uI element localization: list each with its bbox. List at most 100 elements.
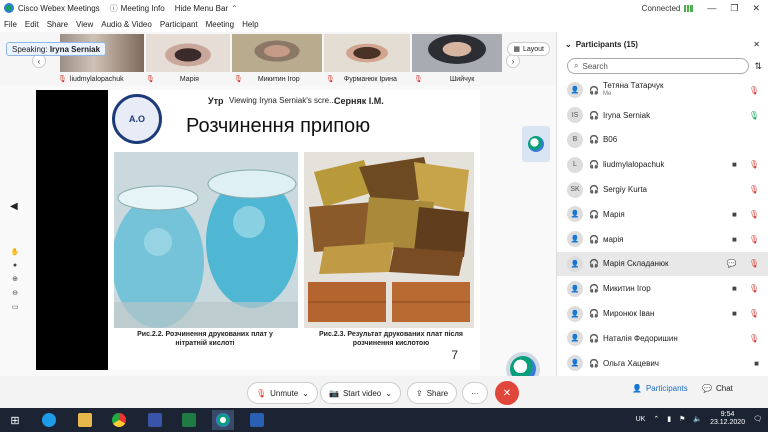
menu-share[interactable]: Share	[47, 20, 68, 29]
mic-on-icon[interactable]: 🎙	[749, 111, 759, 120]
close-icon[interactable]: ✕	[753, 40, 760, 49]
audio-connected-icon: 🎧	[589, 284, 599, 294]
network-icon[interactable]: ▮	[667, 415, 671, 423]
chevron-up-icon: ⌃	[231, 3, 238, 13]
taskbar-excel[interactable]	[178, 410, 200, 430]
zoom-out-icon[interactable]: ⊖	[12, 289, 18, 297]
more-options-button[interactable]: ···	[462, 382, 488, 404]
menu-view[interactable]: View	[76, 20, 93, 29]
participant-name: Марія	[602, 209, 625, 219]
participant-row[interactable]: L 🎧 liudmylalopachuk ■ 🎙	[557, 152, 768, 177]
video-tile-3[interactable]	[232, 34, 322, 72]
taskbar-chrome[interactable]	[108, 410, 130, 430]
mic-muted-icon[interactable]: 🎙	[749, 210, 759, 219]
participant-status-icons: ■ 🎙	[732, 210, 759, 219]
participant-row[interactable]: 👤 🎧 Марія ■ 🎙	[557, 202, 768, 227]
language-indicator[interactable]: UK	[636, 416, 646, 423]
participant-name: Микитин Ігор	[602, 284, 651, 294]
shared-slide: A.O Утр Viewing Iryna Serniak's scre... …	[108, 90, 480, 370]
mic-muted-icon[interactable]: 🎙	[749, 309, 759, 318]
participant-row[interactable]: 👤 🎧 Марія Складанюк 💬 🎙	[557, 251, 768, 277]
mic-muted-icon[interactable]: 🎙	[749, 86, 759, 95]
start-button[interactable]: ⊞	[4, 410, 26, 430]
participant-row[interactable]: SK 🎧 Sergiy Kurta 🎙	[557, 177, 768, 202]
participant-status-icons: 🎙	[749, 185, 759, 194]
filmstrip-next-button[interactable]: ›	[506, 54, 520, 68]
filmstrip-prev-button[interactable]: ‹	[32, 54, 46, 68]
search-input[interactable]: ⌕ Search	[567, 58, 749, 74]
unmute-button[interactable]: 🎙 Unmute ⌄	[247, 382, 318, 404]
participant-row[interactable]: 👤 🎧 Наталія Федоришин 🎙	[557, 326, 768, 351]
share-button[interactable]: ⇪ Share	[407, 382, 458, 404]
chevron-up-icon[interactable]: ⌃	[653, 415, 659, 423]
prev-page-arrow-icon[interactable]: ◀	[10, 201, 18, 212]
chat-icon[interactable]: 💬	[727, 259, 737, 268]
avatar: 👤	[567, 330, 583, 347]
video-tile-2[interactable]	[146, 34, 230, 72]
mic-muted-icon[interactable]: 🎙	[749, 235, 759, 244]
audio-connected-icon: 🎧	[589, 110, 599, 120]
menu-bar: File Edit Share View Audio & Video Parti…	[0, 16, 768, 32]
collapse-chevron-icon[interactable]: ⌄	[565, 40, 572, 49]
chevron-down-icon[interactable]: ⌄	[302, 389, 309, 398]
mic-muted-icon[interactable]: 🎙	[749, 259, 759, 268]
participants-button[interactable]: 👤 Participants	[632, 384, 688, 393]
fit-icon[interactable]: ▭	[12, 303, 19, 311]
mic-muted-icon[interactable]: 🎙	[749, 160, 759, 169]
sort-icon[interactable]: ⇅	[754, 61, 762, 72]
camera-icon: ■	[732, 284, 737, 294]
layout-icon: ▦	[513, 46, 520, 53]
zoom-slider[interactable]: ●	[13, 262, 17, 269]
title-bar: Cisco Webex Meetings ⓘ Meeting Info Hide …	[0, 0, 768, 16]
mic-muted-icon[interactable]: 🎙	[749, 334, 759, 343]
mic-muted-icon[interactable]: 🎙	[749, 185, 759, 194]
participant-row[interactable]: 👤 🎧 Миронюк Іван ■ 🎙	[557, 301, 768, 326]
volume-icon[interactable]: 🔈	[693, 415, 702, 423]
hand-tool-icon[interactable]: ✋	[11, 248, 20, 256]
participant-row[interactable]: B 🎧 B06	[557, 128, 768, 153]
participant-row[interactable]: 👤 🎧 марія ■ 🎙	[557, 227, 768, 252]
menu-participant[interactable]: Participant	[160, 20, 198, 29]
folder-icon	[78, 413, 92, 427]
avatar: 👤	[567, 355, 583, 372]
layout-button[interactable]: ▦ Layout	[507, 42, 550, 56]
participant-row[interactable]: 👤 🎧 Микитин Ігор ■ 🎙	[557, 276, 768, 301]
end-call-button[interactable]: ✕	[495, 381, 519, 405]
taskbar-app-save[interactable]	[144, 410, 166, 430]
participant-name: Sergiy Kurta	[602, 185, 647, 195]
slide-title: Розчинення припою	[186, 115, 371, 137]
taskbar-explorer[interactable]	[74, 410, 96, 430]
video-tile-5[interactable]	[412, 34, 502, 72]
tile-label-3: 🎙 Микитин Ігор	[234, 75, 300, 84]
menu-meeting[interactable]: Meeting	[206, 20, 234, 29]
menu-file[interactable]: File	[4, 20, 17, 29]
flag-icon[interactable]: ⚑	[679, 415, 685, 423]
taskbar-word[interactable]	[246, 410, 268, 430]
taskbar-skype[interactable]	[38, 410, 60, 430]
participant-row[interactable]: 👤 🎧 Ольга Хацевич ■	[557, 351, 768, 376]
share-control-button[interactable]	[522, 126, 550, 162]
menu-help[interactable]: Help	[242, 20, 258, 29]
video-tile-4[interactable]	[324, 34, 410, 72]
zoom-in-icon[interactable]: ⊕	[12, 275, 18, 283]
app-title: Cisco Webex Meetings	[18, 3, 100, 13]
participant-row[interactable]: 👤 🎧 Тетяна Татарчук Me 🎙	[557, 78, 768, 103]
search-icon: ⌕	[574, 61, 579, 70]
mic-muted-icon[interactable]: 🎙	[749, 284, 759, 293]
minimize-button[interactable]: —	[707, 3, 716, 13]
start-video-button[interactable]: 📷 Start video ⌄	[320, 382, 401, 404]
participant-name: Марія Складанюк	[602, 259, 669, 269]
close-button[interactable]: ✕	[752, 3, 760, 14]
clock[interactable]: 9:54 23.12.2020	[710, 411, 745, 427]
audio-connected-icon: 🎧	[589, 209, 599, 219]
taskbar-webex[interactable]	[212, 410, 234, 430]
menu-audio-video[interactable]: Audio & Video	[101, 20, 152, 29]
chat-button[interactable]: 💬 Chat	[702, 384, 733, 393]
hide-menu-bar-button[interactable]: Hide Menu Bar ⌃	[175, 4, 238, 13]
participant-row[interactable]: IS 🎧 Iryna Serniak 🎙	[557, 103, 768, 128]
meeting-info-button[interactable]: ⓘ Meeting Info	[110, 3, 165, 14]
menu-edit[interactable]: Edit	[25, 20, 39, 29]
restore-button[interactable]: ❐	[730, 3, 738, 14]
chevron-down-icon[interactable]: ⌄	[385, 389, 392, 398]
notifications-icon[interactable]: 🗨	[753, 415, 762, 423]
